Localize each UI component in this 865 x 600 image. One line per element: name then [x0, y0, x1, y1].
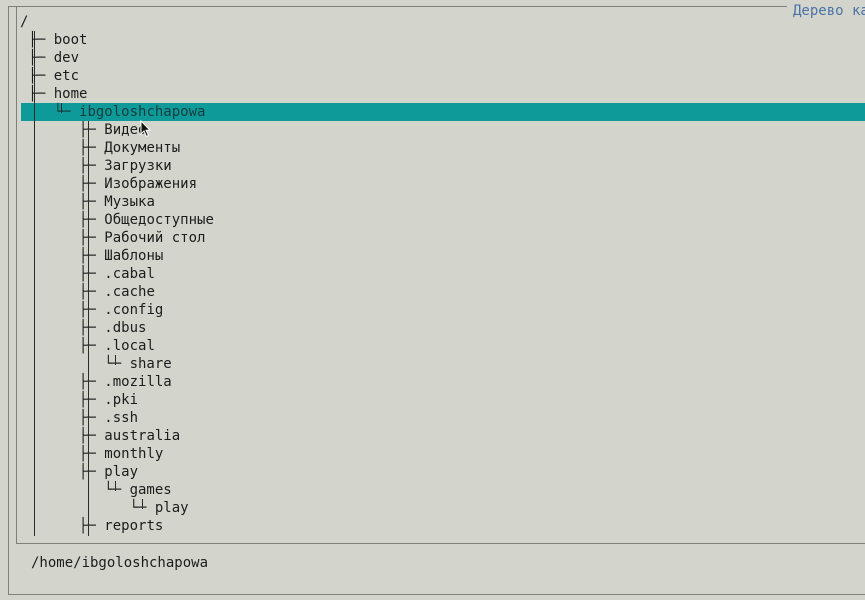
tree-connector: ├─: [20, 158, 105, 174]
tree-connector: ├─: [20, 374, 105, 390]
tree-connector: └─: [20, 104, 80, 120]
tree-item[interactable]: ├─ .ssh: [20, 409, 138, 427]
tree-item[interactable]: ├─ australia: [20, 427, 180, 445]
tree-guide-line: [142, 499, 143, 509]
tree-guide-line: [115, 481, 116, 491]
tree-item-label: play: [104, 464, 139, 480]
tree-item[interactable]: └─ share: [20, 355, 172, 373]
tree-item[interactable]: └─ games: [20, 481, 172, 499]
tree-guide-line: [61, 103, 62, 113]
tree-connector: ├─: [20, 212, 105, 228]
tree-item-label: share: [129, 356, 172, 372]
tree-connector: ├─: [20, 392, 105, 408]
tree-item-label: Шаблоны: [104, 248, 164, 264]
tree-connector: ├─: [20, 464, 105, 480]
tree-item-label: boot: [53, 32, 88, 48]
tree-connector: ├─: [20, 68, 54, 84]
tree-connector: ├─: [20, 86, 54, 102]
tree-item-label: ibgoloshchapowa: [79, 104, 206, 120]
tree-item[interactable]: ├─ etc: [20, 67, 79, 85]
tree-item-label: home: [53, 86, 88, 102]
tree-item-label: games: [129, 482, 172, 498]
tree-connector: ├─: [20, 194, 105, 210]
tree-item-label: reports: [104, 518, 164, 534]
tree-item-label: .cache: [104, 284, 155, 300]
tree-item[interactable]: ├─ .mozilla: [20, 373, 172, 391]
tree-connector: ├─: [20, 320, 105, 336]
mouse-cursor-icon: [140, 120, 152, 138]
tree-item[interactable]: ├─ Документы: [20, 139, 180, 157]
tree-item[interactable]: ├─ Загрузки: [20, 157, 172, 175]
tree-item[interactable]: ├─ play: [20, 463, 138, 481]
tree-connector: ├─: [20, 302, 105, 318]
tree-connector: ├─: [20, 410, 105, 426]
tree-item-label: Рабочий стол: [104, 230, 206, 246]
tree-connector: └─: [20, 482, 130, 498]
tree-item-label: Документы: [104, 140, 181, 156]
tree-item[interactable]: ├─ reports: [20, 517, 163, 535]
tree-item[interactable]: └─ play: [20, 499, 189, 517]
tree-connector: ├─: [20, 266, 105, 282]
tree-connector: ├─: [20, 518, 105, 534]
tree-item-label: australia: [104, 428, 181, 444]
tree-item-label: .dbus: [104, 320, 147, 336]
tree-item-label: Загрузки: [104, 158, 172, 174]
tree-item[interactable]: └─ ibgoloshchapowa: [21, 103, 865, 121]
tree-connector: ├─: [20, 248, 105, 264]
tree-connector: ├─: [20, 122, 105, 138]
tree-item[interactable]: ├─ Рабочий стол: [20, 229, 205, 247]
tree-item-label: Изображения: [104, 176, 198, 192]
tree-item-label: .mozilla: [104, 374, 172, 390]
tree-connector: ├─: [20, 284, 105, 300]
tree-connector: └─: [20, 356, 130, 372]
tree-item-label: etc: [53, 68, 80, 84]
tree-connector: ├─: [20, 230, 105, 246]
tree-item-label: play: [154, 500, 189, 516]
tree-item[interactable]: ├─ Общедоступные: [20, 211, 214, 229]
tree-item-label: .cabal: [104, 266, 155, 282]
tree-item[interactable]: ├─ .dbus: [20, 319, 146, 337]
tree-root[interactable]: /: [20, 13, 28, 31]
tree-item[interactable]: ├─ monthly: [20, 445, 163, 463]
tree-item-label: Общедоступные: [104, 212, 214, 228]
tree-item-label: .local: [104, 338, 155, 354]
tree-connector: ├─: [20, 50, 54, 66]
tree-item-label: .config: [104, 302, 164, 318]
selected-path: /home/ibgoloshchapowa: [31, 555, 209, 571]
tree-item-label: .ssh: [104, 410, 139, 426]
tree-item[interactable]: ├─ .config: [20, 301, 163, 319]
tree-item[interactable]: ├─ boot: [20, 31, 87, 49]
tree-item[interactable]: ├─ Шаблоны: [20, 247, 163, 265]
tree-connector: ├─: [20, 446, 105, 462]
tree-connector: ├─: [20, 140, 105, 156]
tree-item[interactable]: ├─ Изображения: [20, 175, 197, 193]
tree-connector: ├─: [20, 338, 105, 354]
tree-connector: ├─: [20, 32, 54, 48]
tree-connector: ├─: [20, 428, 105, 444]
tree-item-label: .pki: [104, 392, 139, 408]
tree-guide-line: [115, 355, 116, 365]
tree-item[interactable]: ├─ dev: [20, 49, 79, 67]
tree-item-label: dev: [53, 50, 80, 66]
tree-item[interactable]: ├─ home: [20, 85, 87, 103]
tree-guide-line: [34, 31, 35, 536]
tree-item[interactable]: ├─ Видео: [20, 121, 146, 139]
tree-item-label: Музыка: [104, 194, 155, 210]
tree-connector: ├─: [20, 176, 105, 192]
tree-item-label: monthly: [104, 446, 164, 462]
tree-item[interactable]: ├─ .pki: [20, 391, 138, 409]
tree-guide-line: [88, 121, 89, 536]
